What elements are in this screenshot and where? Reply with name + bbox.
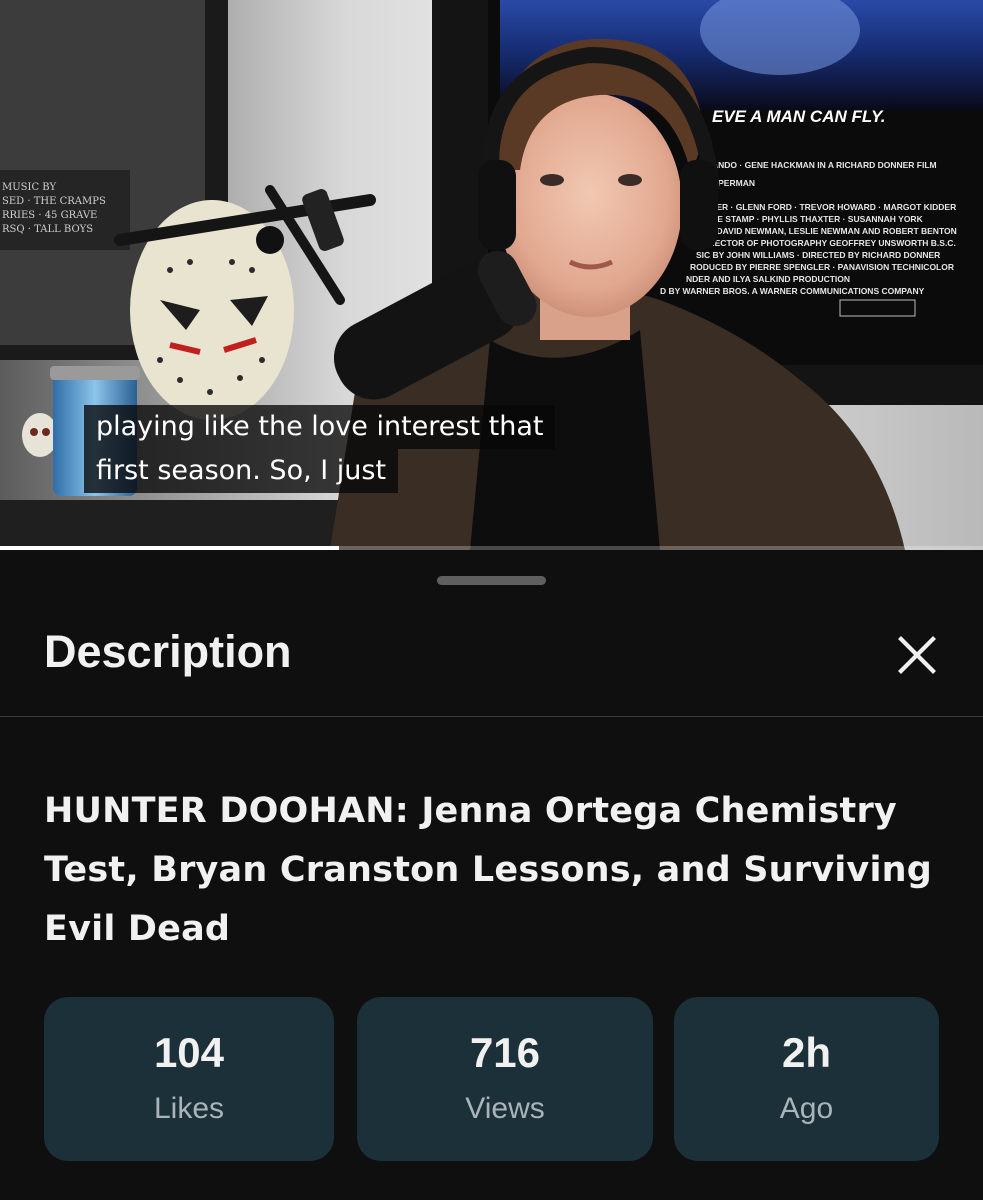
video-title: HUNTER DOOHAN: Jenna Ortega Chemistry Te… [44,791,933,949]
progress-bar[interactable] [0,546,983,550]
svg-text:DIRECTOR OF PHOTOGRAPHY GEOFFR: DIRECTOR OF PHOTOGRAPHY GEOFFREY UNSWORT… [700,238,956,248]
left-poster-line: RSQ · TALL BOYS [2,224,93,235]
likes-label: Likes [153,1092,225,1125]
left-poster-line: RRIES · 45 GRAVE [2,210,97,221]
views-label: Views [465,1092,545,1125]
caption-line: first season. So, I just [84,449,399,493]
close-icon [898,636,936,674]
stat-views: 716 Views [357,997,653,1161]
progress-played [0,546,340,550]
video-player[interactable]: MUSIC BY SED · THE CRAMPS RRIES · 45 GRA… [0,0,983,550]
svg-text:D BY WARNER BROS. A WARNER COM: D BY WARNER BROS. A WARNER COMMUNICATION… [660,286,925,296]
likes-count: 104 [153,1029,225,1076]
drag-handle[interactable] [437,576,546,585]
date-value: 2h [781,1029,831,1076]
caption: playing like the love interest that firs… [84,405,556,493]
sheet-title: Description [44,626,292,677]
stats-row: 104 Likes 716 Views 2h Ago [44,997,939,1161]
svg-text:SIC BY JOHN WILLIAMS · DIRECTE: SIC BY JOHN WILLIAMS · DIRECTED BY RICHA… [696,250,940,260]
stat-date: 2h Ago [674,997,939,1161]
svg-text:PPER · GLENN FORD · TREVOR HOW: PPER · GLENN FORD · TREVOR HOWARD · MARG… [705,202,956,212]
date-label: Ago [779,1092,834,1125]
svg-text:NCE STAMP · PHYLLIS THAXTER ·: NCE STAMP · PHYLLIS THAXTER · SUSANNAH Y… [705,214,924,224]
svg-text:ANDO · GENE HACKMAN IN A RICHA: ANDO · GENE HACKMAN IN A RICHARD DONNER … [712,160,937,170]
left-poster-line: MUSIC BY [2,182,56,193]
svg-text:RODUCED BY PIERRE SPENGLER · P: RODUCED BY PIERRE SPENGLER · PANAVISION … [690,262,954,272]
svg-text:ZO, DAVID NEWMAN, LESLIE NEWMA: ZO, DAVID NEWMAN, LESLIE NEWMAN AND ROBE… [700,226,957,236]
close-button[interactable] [886,624,948,686]
views-count: 716 [469,1029,541,1076]
left-poster-line: SED · THE CRAMPS [2,196,106,207]
divider [0,716,983,717]
stat-likes: 104 Likes [44,997,334,1161]
caption-line: playing like the love interest that [84,405,556,449]
svg-text:NDER AND ILYA SALKIND PRODUCTI: NDER AND ILYA SALKIND PRODUCTION [686,274,850,284]
poster-tagline: EVE A MAN CAN FLY. [712,107,885,126]
description-sheet: Description HUNTER DOOHAN: Jenna Ortega … [0,556,983,1200]
